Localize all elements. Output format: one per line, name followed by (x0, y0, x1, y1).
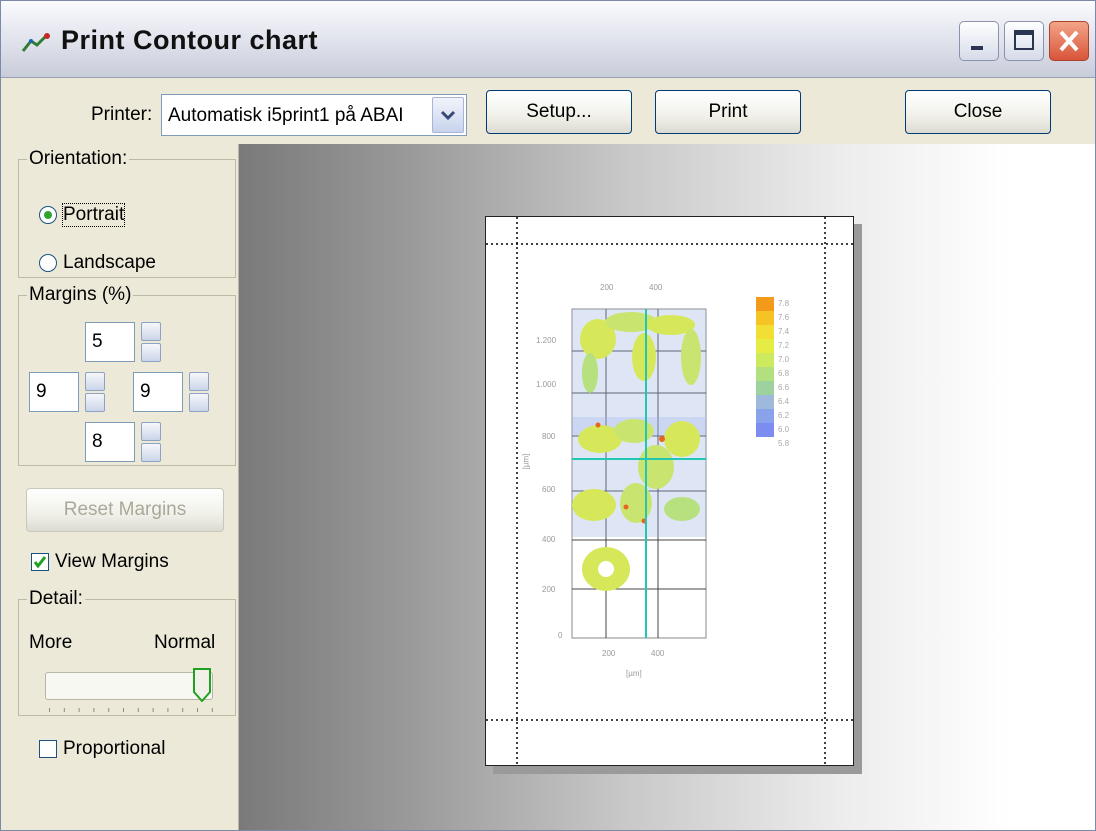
close-button[interactable]: Close (905, 90, 1051, 134)
checkmark-icon (33, 556, 47, 569)
maximize-icon (1014, 30, 1034, 50)
x-tick-top-2: 400 (649, 283, 663, 292)
checkbox-box (31, 553, 49, 571)
print-preview-area: 200 400 200 400 [µm] 1.200 1.000 800 600… (239, 144, 1095, 830)
spin-down-button[interactable] (189, 393, 209, 412)
preview-page: 200 400 200 400 [µm] 1.200 1.000 800 600… (485, 216, 854, 766)
printer-label: Printer: (91, 104, 153, 125)
detail-slider-track[interactable] (45, 672, 213, 700)
detail-slider-thumb[interactable] (193, 668, 211, 702)
portrait-label: Portrait (61, 203, 126, 227)
legend-value: 7.8 (778, 299, 790, 308)
color-legend-labels: 7.8 7.6 7.4 7.2 7.0 6.8 6.6 6.4 6.2 6.0 … (778, 297, 818, 451)
spin-up-button[interactable] (141, 422, 161, 441)
margins-group: Margins (%) 5 9 9 8 (18, 284, 236, 466)
margin-left-spinner[interactable] (85, 372, 105, 412)
close-icon (1059, 30, 1079, 52)
print-dialog-window: Print Contour chart Printer: Automatisk … (0, 0, 1096, 831)
checkbox-box (39, 740, 57, 758)
view-margins-checkbox[interactable]: View Margins (31, 551, 169, 573)
margin-bottom-spinner[interactable] (141, 422, 161, 462)
spin-down-button[interactable] (141, 343, 161, 362)
print-button[interactable]: Print (655, 90, 801, 134)
x-tick-top-1: 200 (600, 283, 614, 292)
close-window-button[interactable] (1049, 21, 1089, 61)
y-tick-600: 600 (542, 485, 556, 494)
proportional-checkbox[interactable]: Proportional (39, 738, 165, 760)
slider-ticks (49, 708, 213, 712)
printer-dropdown-button[interactable] (432, 97, 464, 133)
minimize-icon (971, 46, 983, 50)
color-legend-bar (756, 297, 774, 437)
minimize-button[interactable] (959, 21, 999, 61)
legend-value: 6.2 (778, 411, 790, 420)
margins-legend: Margins (%) (29, 284, 132, 305)
legend-value: 6.8 (778, 369, 790, 378)
landscape-label: Landscape (63, 252, 156, 273)
detail-more-label: More (29, 632, 73, 653)
spin-up-button[interactable] (189, 372, 209, 391)
radio-selected-indicator (39, 206, 57, 224)
x-tick-bottom-2: 400 (651, 649, 665, 658)
margin-top-input[interactable]: 5 (85, 322, 135, 362)
maximize-button[interactable] (1004, 21, 1044, 61)
legend-value: 6.4 (778, 397, 790, 406)
y-tick-1200: 1.200 (536, 336, 557, 345)
reset-margins-button[interactable]: Reset Margins (26, 488, 224, 532)
legend-value: 7.6 (778, 313, 790, 322)
margin-right-input[interactable]: 9 (133, 372, 183, 412)
legend-value: 7.4 (778, 327, 790, 336)
detail-normal-label: Normal (154, 632, 216, 653)
spin-up-button[interactable] (85, 372, 105, 391)
orientation-legend: Orientation: (29, 148, 128, 169)
printer-select[interactable]: Automatisk i5print1 på ABAI (161, 94, 467, 136)
spin-down-button[interactable] (141, 443, 161, 462)
legend-value: 7.0 (778, 355, 790, 364)
y-tick-400: 400 (542, 535, 556, 544)
margin-right-spinner[interactable] (189, 372, 209, 412)
x-axis-label: [µm] (626, 669, 642, 678)
toolbar: Printer: Automatisk i5print1 på ABAI Set… (1, 78, 1095, 144)
portrait-radio[interactable]: Portrait (39, 203, 126, 227)
legend-value: 6.6 (778, 383, 790, 392)
view-margins-label: View Margins (55, 551, 169, 572)
detail-legend: Detail: (29, 588, 83, 609)
x-tick-bottom-1: 200 (602, 649, 616, 658)
y-tick-800: 800 (542, 432, 556, 441)
margin-left-input[interactable]: 9 (29, 372, 79, 412)
y-tick-1000: 1.000 (536, 380, 557, 389)
window-title: Print Contour chart (61, 25, 318, 55)
chevron-down-icon (440, 110, 456, 121)
landscape-radio[interactable]: Landscape (39, 252, 156, 274)
legend-value: 7.2 (778, 341, 790, 350)
margin-top-spinner[interactable] (141, 322, 161, 362)
radio-unselected-indicator (39, 254, 57, 272)
y-axis-label: [µm] (521, 453, 531, 470)
settings-sidebar: Orientation: Portrait Landscape Margins … (1, 144, 239, 830)
title-bar[interactable]: Print Contour chart (1, 1, 1095, 78)
legend-value: 6.0 (778, 425, 790, 434)
setup-button[interactable]: Setup... (486, 90, 632, 134)
spin-down-button[interactable] (85, 393, 105, 412)
spin-up-button[interactable] (141, 322, 161, 341)
contour-chart-icon (21, 33, 50, 52)
printer-value: Automatisk i5print1 på ABAI (168, 105, 404, 126)
proportional-label: Proportional (63, 738, 166, 759)
detail-group: Detail: More Normal (18, 588, 236, 716)
orientation-group: Orientation: Portrait Landscape (18, 148, 236, 278)
y-tick-0: 0 (558, 631, 563, 640)
margin-bottom-input[interactable]: 8 (85, 422, 135, 462)
legend-value: 5.8 (778, 439, 790, 448)
y-tick-200: 200 (542, 585, 556, 594)
